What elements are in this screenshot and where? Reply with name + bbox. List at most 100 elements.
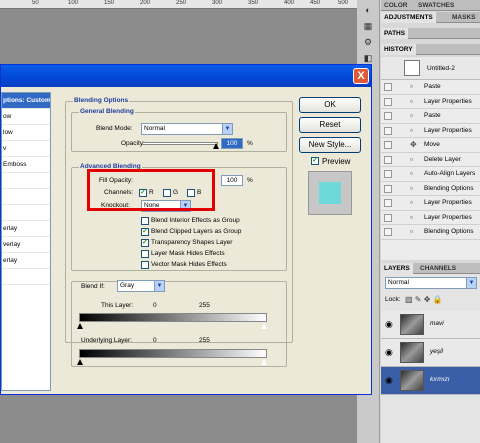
history-item[interactable]: ▫ Paste	[381, 80, 480, 95]
dialog-titlebar[interactable]: X	[1, 65, 371, 87]
color-panel-icon[interactable]: ◐	[362, 4, 374, 16]
tab-swatches[interactable]: SWATCHES	[415, 0, 457, 11]
layer-row[interactable]: ◉ yeşil	[381, 339, 480, 367]
close-button[interactable]: X	[353, 68, 369, 84]
layers-panel: LAYERS CHANNELS Normal ▼ Lock: ▨ ✎ ✥ 🔒 ◉ m…	[381, 263, 480, 443]
blending-options-title: Blending Options	[73, 97, 130, 104]
history-item[interactable]: ▫ Layer Properties	[381, 95, 480, 109]
this-layer-white-handle[interactable]	[261, 323, 267, 329]
underlying-black-handle[interactable]	[77, 359, 83, 365]
layer-thumbnail	[400, 314, 424, 335]
blend-mode-select[interactable]: Normal ▼	[141, 123, 233, 135]
tab-adjustments[interactable]: ADJUSTMENTS	[381, 12, 436, 23]
style-item[interactable]: ow	[2, 109, 50, 125]
history-item[interactable]: ✥ Move	[381, 138, 480, 153]
history-checkbox[interactable]	[384, 213, 392, 222]
chevron-down-icon: ▼	[466, 278, 476, 288]
blend-if-select[interactable]: Gray ▼	[117, 280, 165, 292]
ruler-mark: 400	[284, 0, 295, 6]
history-item-label: Paste	[424, 83, 441, 90]
swatches-panel-icon[interactable]: ▦	[362, 20, 374, 32]
preview-checkbox[interactable]: ✓	[311, 157, 319, 165]
adjustments-panel-icon[interactable]: ⚙	[362, 36, 374, 48]
snapshot-thumbnail	[404, 60, 420, 76]
chevron-down-icon: ▼	[154, 281, 164, 291]
eye-icon[interactable]: ◉	[385, 376, 394, 385]
style-item[interactable]	[2, 269, 50, 285]
ok-button[interactable]: OK	[299, 97, 361, 113]
tab-channels[interactable]: CHANNELS	[417, 263, 459, 274]
eye-icon[interactable]: ◉	[385, 320, 394, 329]
history-checkbox[interactable]	[384, 199, 392, 207]
style-item[interactable]: erlay	[2, 253, 50, 269]
fill-opacity-input[interactable]: 100	[221, 175, 243, 186]
chevron-down-icon: ▼	[222, 124, 232, 134]
history-item[interactable]: ▫ Layer Properties	[381, 196, 480, 211]
history-checkbox[interactable]	[384, 228, 392, 236]
transparency-shapes-checkbox[interactable]: ✓	[141, 239, 149, 247]
opacity-input[interactable]: 100	[221, 138, 243, 149]
style-item[interactable]: Emboss	[2, 157, 50, 173]
eye-icon[interactable]: ◉	[385, 348, 394, 357]
style-item-blending-options[interactable]: ptions: Custom	[2, 93, 50, 109]
history-step-icon: ▫	[410, 169, 413, 178]
history-snapshot-row[interactable]: Untitled-2	[381, 57, 480, 80]
style-item[interactable]: v	[2, 141, 50, 157]
fill-opacity-percent: %	[247, 177, 253, 184]
this-layer-black-handle[interactable]	[77, 323, 83, 329]
underlying-white-handle[interactable]	[261, 359, 267, 365]
style-item[interactable]	[2, 173, 50, 189]
tab-masks[interactable]: MASKS	[449, 12, 478, 23]
underlying-min: 0	[153, 337, 157, 344]
reset-button[interactable]: Reset	[299, 117, 361, 133]
history-item[interactable]: ▫ Paste	[381, 109, 480, 124]
layer-mask-hides-checkbox[interactable]	[141, 250, 149, 258]
tab-layers[interactable]: LAYERS	[381, 263, 413, 274]
lock-icons[interactable]: ▨ ✎ ✥ 🔒	[405, 295, 443, 304]
style-item[interactable]: low	[2, 125, 50, 141]
history-checkbox[interactable]	[384, 126, 392, 135]
style-item[interactable]	[2, 189, 50, 205]
layer-name: mavi	[430, 320, 444, 327]
layer-thumbnail	[400, 342, 424, 363]
blend-interior-checkbox[interactable]	[141, 217, 149, 225]
history-checkbox[interactable]	[384, 83, 392, 91]
opacity-slider[interactable]	[142, 142, 218, 145]
history-checkbox[interactable]	[384, 170, 392, 178]
tab-color[interactable]: COLOR	[381, 0, 410, 11]
history-checkbox[interactable]	[384, 184, 392, 193]
ruler-mark: 300	[212, 0, 223, 6]
style-item[interactable]: verlay	[2, 237, 50, 253]
history-checkbox[interactable]	[384, 155, 392, 164]
preview-label: Preview	[322, 157, 351, 166]
layer-row[interactable]: ◉ mavi	[381, 311, 480, 339]
history-item[interactable]: ▫ Delete Layer	[381, 153, 480, 167]
style-item[interactable]: erlay	[2, 221, 50, 237]
underlying-max: 255	[199, 337, 210, 344]
blend-clipped-label: Blend Clipped Layers as Group	[151, 228, 242, 235]
history-checkbox[interactable]	[384, 112, 392, 120]
history-checkbox[interactable]	[384, 97, 392, 106]
blend-if-value: Gray	[120, 282, 135, 289]
ruler-mark: 100	[68, 0, 79, 6]
layer-thumbnail	[400, 370, 424, 391]
history-item[interactable]: ▫ Blending Options	[381, 182, 480, 196]
history-item[interactable]: ▫ Layer Properties	[381, 211, 480, 225]
style-item[interactable]	[2, 205, 50, 221]
move-tool-icon: ✥	[410, 140, 417, 149]
layer-blend-mode-select[interactable]: Normal ▼	[385, 277, 477, 289]
blend-clipped-checkbox[interactable]: ✓	[141, 228, 149, 236]
opacity-slider-handle[interactable]	[213, 143, 219, 149]
history-item[interactable]: ▫ Layer Properties	[381, 124, 480, 138]
lock-label: Lock:	[385, 296, 401, 303]
tab-history[interactable]: HISTORY	[381, 44, 416, 55]
new-style-button[interactable]: New Style...	[299, 137, 361, 153]
layer-row[interactable]: ◉ kırmızı	[381, 367, 480, 395]
history-step-icon: ▫	[410, 96, 413, 106]
tab-paths[interactable]: PATHS	[381, 28, 409, 39]
history-checkbox[interactable]	[384, 141, 392, 149]
masks-panel-icon[interactable]: ◧	[362, 52, 374, 64]
vector-mask-hides-checkbox[interactable]	[141, 261, 149, 269]
history-item[interactable]: ▫ Auto-Align Layers	[381, 167, 480, 182]
history-item[interactable]: ▫ Blending Options	[381, 225, 480, 240]
